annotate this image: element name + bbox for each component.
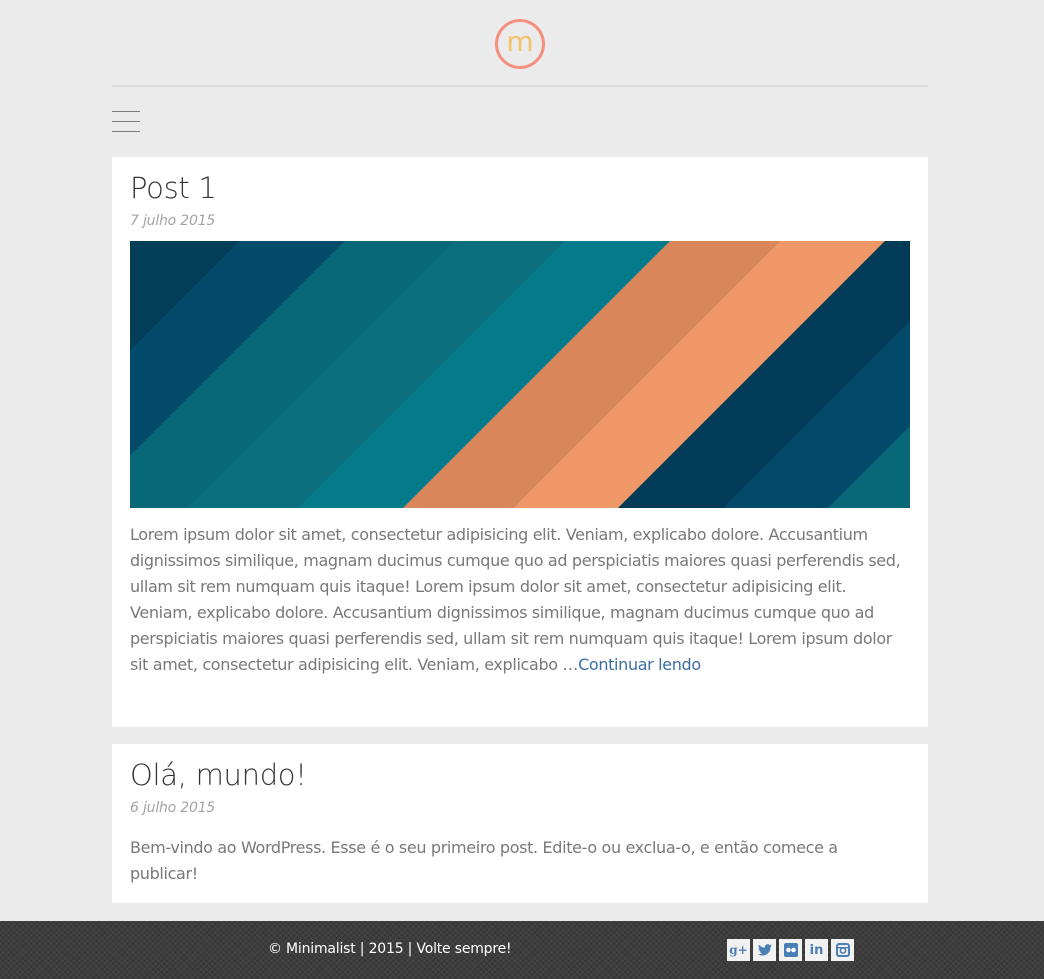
site-header: m xyxy=(112,0,928,87)
logo-letter: m xyxy=(506,25,534,58)
continue-reading-link[interactable]: Continuar lendo xyxy=(578,655,701,674)
post-title[interactable]: Post 1 xyxy=(130,174,910,203)
instagram-icon[interactable] xyxy=(831,939,854,961)
footer-copyright: © Minimalist | 2015 | Volte sempre! xyxy=(268,941,512,957)
post-date[interactable]: 6 julho 2015 xyxy=(130,800,910,816)
excerpt-text: Lorem ipsum dolor sit amet, consectetur … xyxy=(130,525,901,674)
post-date[interactable]: 7 julho 2015 xyxy=(130,213,910,229)
linkedin-icon[interactable]: in xyxy=(805,939,828,961)
linkedin-glyph: in xyxy=(809,942,824,958)
post-title[interactable]: Olá, mundo! xyxy=(130,761,910,790)
twitter-icon[interactable] xyxy=(753,939,776,961)
flickr-icon[interactable] xyxy=(779,939,802,961)
hamburger-menu-icon[interactable] xyxy=(112,111,140,132)
site-logo[interactable]: m xyxy=(495,19,545,69)
site-footer: © Minimalist | 2015 | Volte sempre! xyxy=(0,921,1044,979)
post-card: Post 1 7 julho 2015 Lorem ipsum dolor si… xyxy=(112,157,928,727)
social-links: g+ in xyxy=(727,939,854,961)
featured-image[interactable] xyxy=(130,241,910,508)
google-plus-icon[interactable]: g+ xyxy=(727,939,750,961)
post-excerpt: Lorem ipsum dolor sit amet, consectetur … xyxy=(130,522,910,678)
google-plus-glyph: g+ xyxy=(729,943,748,957)
post-excerpt: Bem-vindo ao WordPress. Esse é o seu pri… xyxy=(130,838,838,883)
post-card: Olá, mundo! 6 julho 2015 Bem-vindo ao Wo… xyxy=(112,744,928,903)
